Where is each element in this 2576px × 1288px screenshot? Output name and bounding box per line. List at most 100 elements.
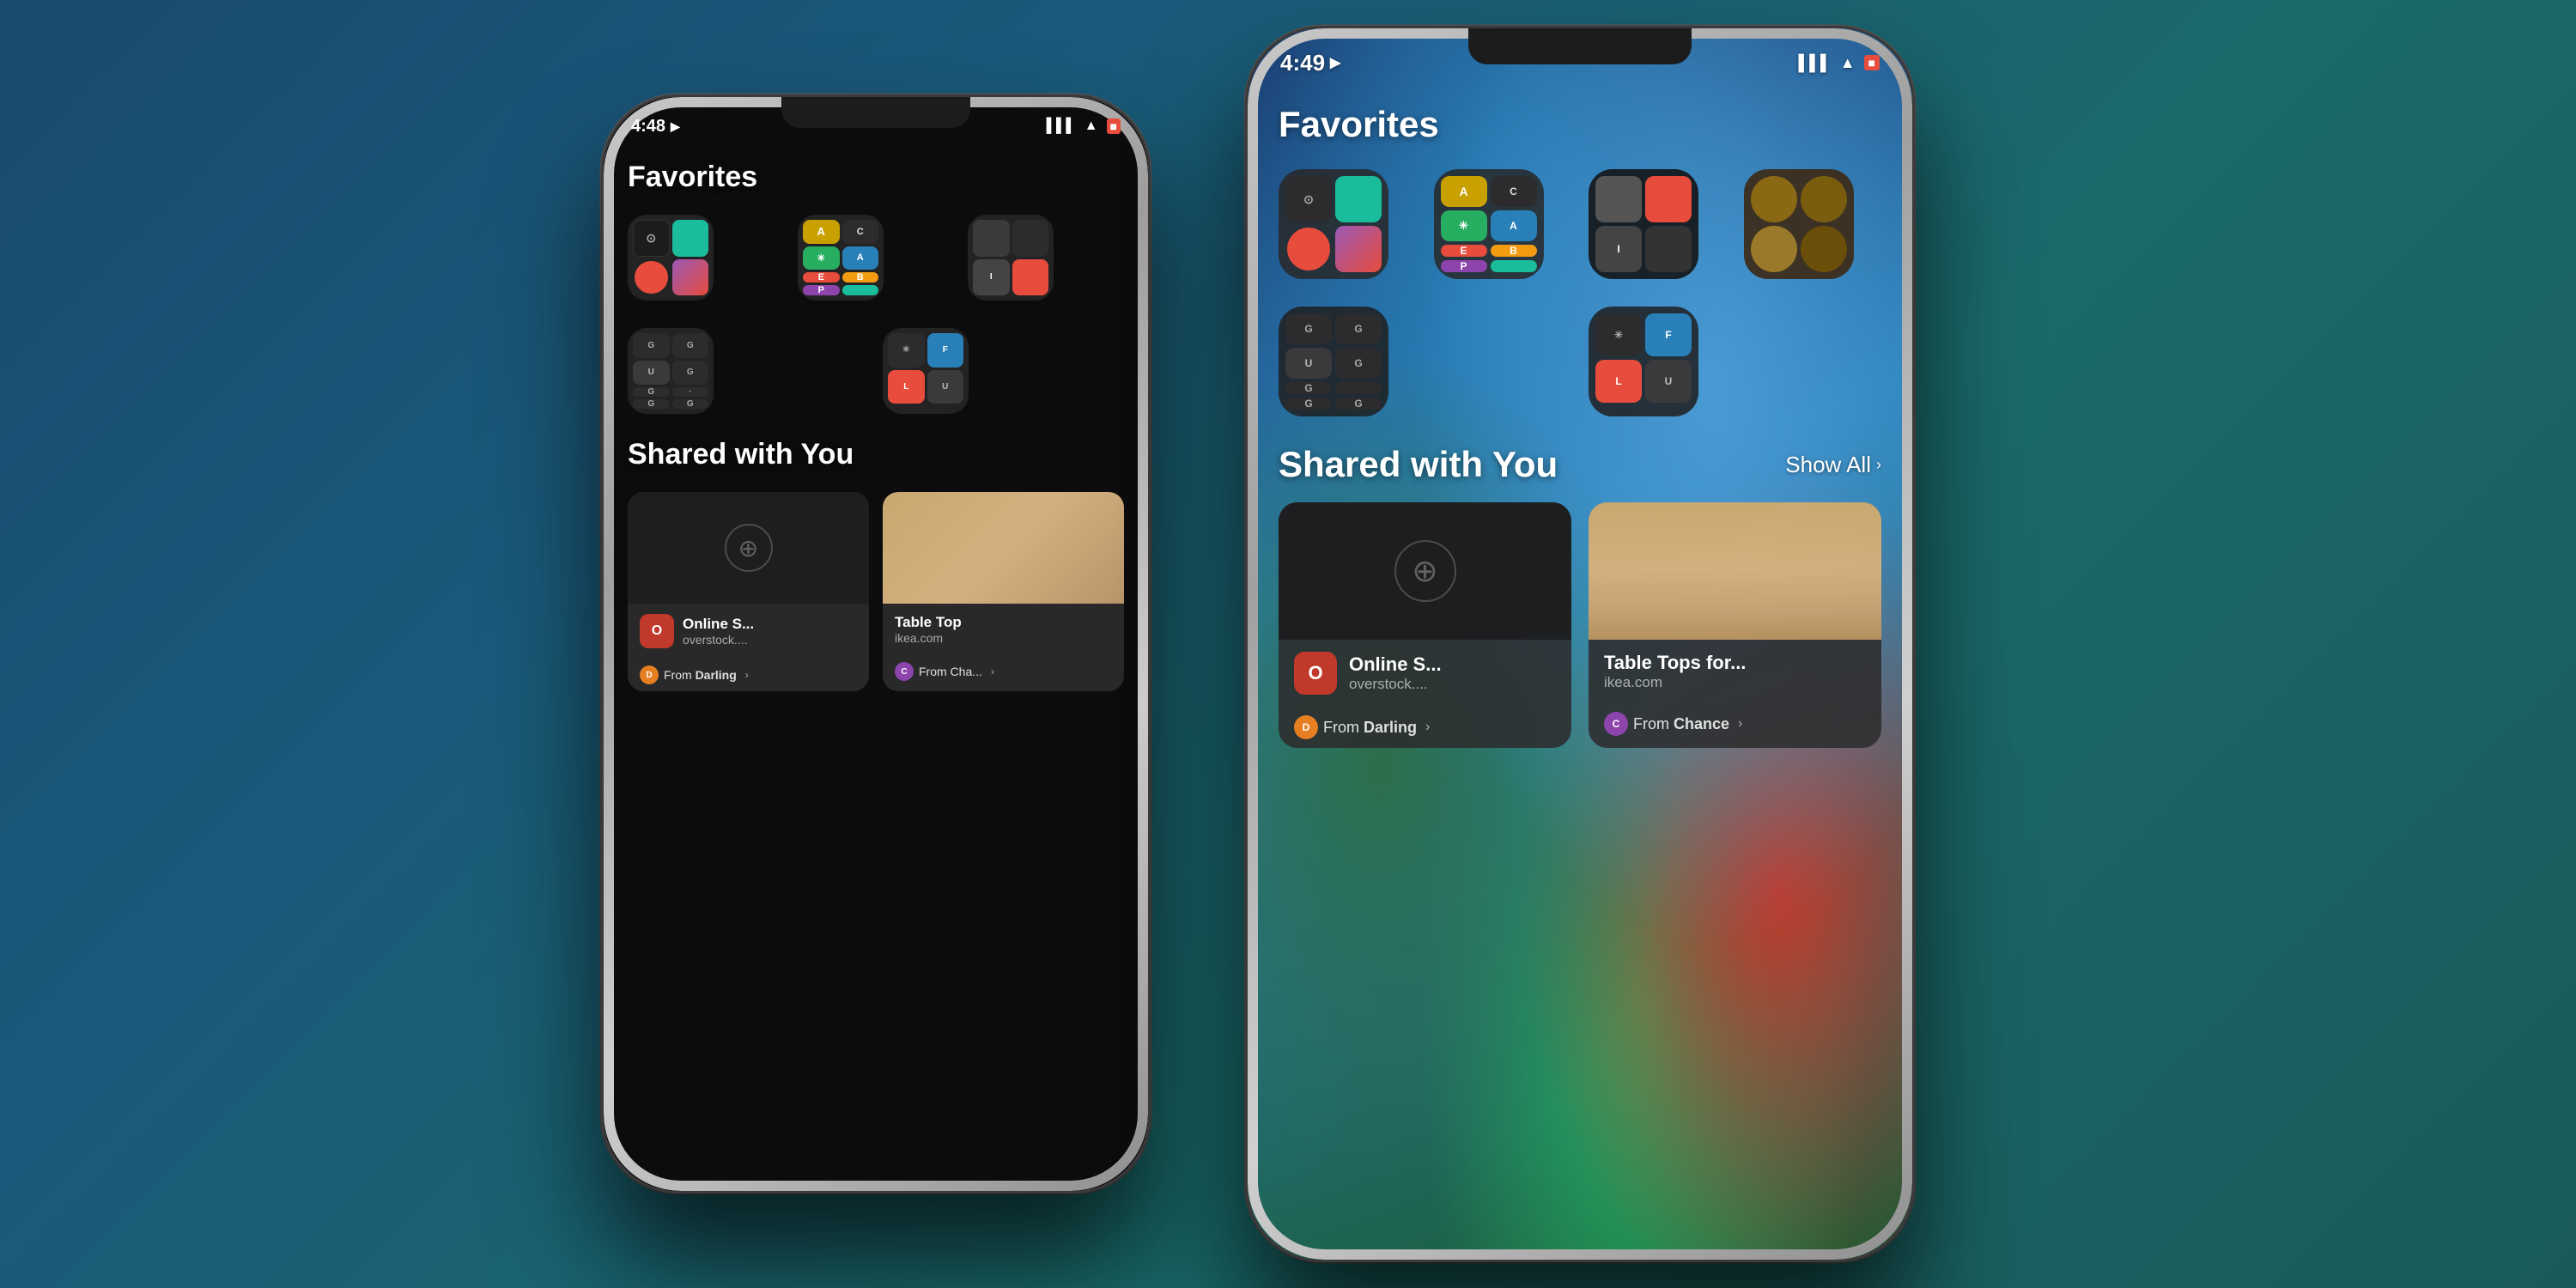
back-card-2-sub: ikea.com (895, 631, 1112, 645)
front-f2-app8 (1491, 260, 1537, 272)
front-from-chevron-2: › (1738, 716, 1742, 732)
front-from-darling-label: From Darling (1323, 719, 1417, 737)
back-card-1-avatar: D (640, 665, 659, 684)
front-wifi-icon: ▲ (1840, 54, 1856, 72)
front-f2-app3: ✳ (1441, 210, 1487, 241)
back-card-2-image (883, 492, 1124, 604)
back-f1-app4 (672, 259, 709, 296)
front-from-chevron-1: › (1425, 720, 1430, 735)
phone-back: 4:48 ▶ ▌▌▌ ▲ ■ Favorites ⊙ (601, 94, 1151, 1194)
back-folder-4[interactable]: G G U G G · G G (628, 328, 714, 414)
front-f6-app2: F (1645, 313, 1692, 356)
back-f4-app2: G (672, 333, 709, 358)
front-shared-header: Shared with You Show All › (1279, 444, 1881, 485)
back-f5-app1: ✳ (888, 333, 925, 368)
front-battery-icon: ■ (1864, 55, 1880, 70)
front-f4-app4 (1801, 226, 1847, 272)
front-show-all-chevron: › (1876, 456, 1881, 474)
back-card-1-info: O Online S... overstock.... (628, 604, 869, 659)
back-shared-title: Shared with You (628, 438, 1124, 471)
back-f2-app4: A (842, 246, 879, 270)
back-f4-app4: G (672, 361, 709, 386)
front-card-1-avatar: D (1294, 715, 1318, 739)
front-card-1-text: Online S... overstock.... (1349, 653, 1556, 693)
front-folder-2[interactable]: A C ✳ A E B P (1434, 169, 1544, 279)
back-compass-icon: ⊕ (725, 524, 773, 572)
back-screen: 4:48 ▶ ▌▌▌ ▲ ■ Favorites ⊙ (604, 97, 1148, 1191)
back-card-1[interactable]: ⊕ O Online S... overstock.... (628, 492, 869, 691)
back-f3-app4 (1012, 259, 1049, 296)
back-from-chance-label: From Cha... (919, 665, 982, 678)
back-folder-3[interactable]: I (968, 215, 1054, 301)
back-f2-app5: E (803, 272, 840, 283)
back-location-icon: ▶ (671, 119, 680, 134)
back-wifi-icon: ▲ (1084, 118, 1098, 134)
front-f5-app3: U (1285, 348, 1332, 379)
back-f2-app7: P (803, 285, 840, 295)
back-signal-icon: ▌▌▌ (1047, 118, 1076, 134)
front-f2-app2: C (1491, 176, 1537, 207)
front-folders-row1: ⊙ A C ✳ A E B P (1279, 169, 1881, 279)
back-f2-app1: A (803, 220, 840, 244)
back-f3-app2 (1012, 220, 1049, 257)
front-folders-row2: G G U G G G G ✳ F L U (1279, 307, 1881, 416)
front-card-1-image: ⊕ (1279, 502, 1571, 640)
back-folder-1[interactable]: ⊙ (628, 215, 714, 301)
back-card-2[interactable]: Table Top ikea.com C From Cha... › (883, 492, 1124, 691)
front-f1-app1: ⊙ (1285, 176, 1332, 222)
front-f5-app6 (1335, 382, 1382, 394)
front-f6-app4: U (1645, 360, 1692, 403)
back-card-1-image: ⊕ (628, 492, 869, 604)
front-card-2-from[interactable]: C From Chance › (1589, 703, 1881, 744)
front-f5-app8: G (1335, 398, 1382, 410)
back-f4-app7: G (633, 399, 670, 409)
back-card-2-from[interactable]: C From Cha... › (883, 655, 1124, 688)
back-card-2-info: Table Top ikea.com (883, 604, 1124, 655)
back-from-darling-label: From Darling (664, 668, 737, 682)
back-favorites-title: Favorites (628, 161, 1124, 194)
front-folder-1[interactable]: ⊙ (1279, 169, 1388, 279)
front-folder-3[interactable]: I (1589, 169, 1698, 279)
back-shared-cards: ⊕ O Online S... overstock.... (628, 492, 1124, 691)
front-card-1-title: Online S... (1349, 653, 1556, 676)
front-f2-app7: P (1441, 260, 1487, 272)
front-card-2-info: Table Tops for... ikea.com (1589, 640, 1881, 703)
back-f1-app3 (635, 261, 668, 295)
front-folder-4[interactable] (1744, 169, 1854, 279)
front-location-icon: ▶ (1330, 54, 1340, 71)
front-f3-app3: I (1595, 226, 1642, 272)
back-f5-app2: F (927, 333, 964, 368)
front-card-1-from[interactable]: D From Darling › (1279, 707, 1571, 748)
front-time: 4:49 (1280, 50, 1325, 76)
back-card-1-text: Online S... overstock.... (683, 616, 857, 647)
front-f5-app1: G (1285, 313, 1332, 344)
front-notch (1468, 28, 1692, 64)
front-folder-6[interactable]: ✳ F L U (1589, 307, 1698, 416)
front-content: Favorites ⊙ A C ✳ A (1248, 83, 1912, 1260)
back-f2-app8 (842, 285, 879, 295)
back-card-1-sub: overstock.... (683, 633, 857, 647)
back-card-1-from[interactable]: D From Darling › (628, 659, 869, 691)
back-folder-5[interactable]: ✳ F L U (883, 328, 969, 414)
back-f4-app6: · (672, 387, 709, 397)
front-f3-app2 (1645, 176, 1692, 222)
back-f3-app3: I (973, 259, 1010, 296)
back-folder-2[interactable]: A C ✳ A E B P (798, 215, 884, 301)
back-folders-row2: G G U G G · G G ✳ F L U (628, 328, 1124, 414)
front-card-1-logo: O (1294, 652, 1337, 695)
front-status-right: ▌▌▌ ▲ ■ (1798, 54, 1880, 72)
front-from-chance-label: From Chance (1633, 715, 1729, 733)
front-card-2-sub: ikea.com (1604, 674, 1866, 691)
front-f1-app4 (1335, 226, 1382, 272)
back-card-2-title: Table Top (895, 614, 1112, 631)
front-card-2[interactable]: Table Tops for... ikea.com C From Chance… (1589, 502, 1881, 748)
back-card-2-avatar: C (895, 662, 914, 681)
back-f4-app3: U (633, 361, 670, 386)
phone-front: 4:49 ▶ ▌▌▌ ▲ ■ Favorites ⊙ (1245, 26, 1915, 1262)
scene: 4:48 ▶ ▌▌▌ ▲ ■ Favorites ⊙ (86, 43, 2490, 1245)
front-folder-5[interactable]: G G U G G G G (1279, 307, 1388, 416)
front-show-all[interactable]: Show All › (1785, 452, 1881, 478)
front-f3-app1 (1595, 176, 1642, 222)
front-card-1[interactable]: ⊕ O Online S... overstock.... (1279, 502, 1571, 748)
back-f5-app4: U (927, 370, 964, 404)
